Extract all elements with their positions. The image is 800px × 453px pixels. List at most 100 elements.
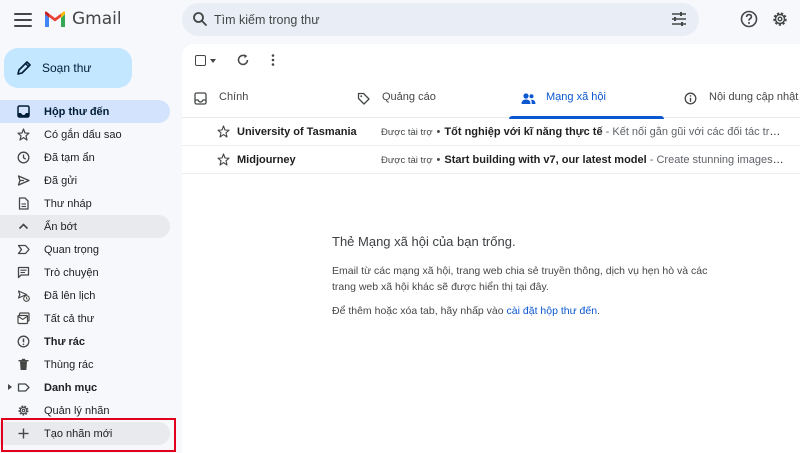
info-icon [684,92,697,105]
email-list: University of Tasmania Được tài trợ • Tốt … [182,118,800,174]
sidebar-item-show-less[interactable]: Ẩn bớt [0,215,170,238]
inbox-icon [17,105,30,118]
search-icon[interactable] [192,11,208,27]
tab-label: Nội dung cập nhật [709,91,799,103]
sidebar-item-label: Đã lên lịch [44,289,96,302]
sidebar: Hộp thư đến Có gắn dấu sao Đã tạm ẩn Đã … [0,100,182,445]
chat-icon [17,266,30,279]
sidebar-item-spam[interactable]: Thư rác [0,330,170,353]
email-row[interactable]: University of Tasmania Được tài trợ • Tốt … [182,118,800,146]
scheduled-icon [17,290,30,302]
sidebar-item-scheduled[interactable]: Đã lên lịch [0,284,170,307]
top-bar: Gmail [0,0,800,40]
select-all-checkbox[interactable] [195,55,206,66]
hint-suffix: . [597,305,600,317]
sidebar-item-categories[interactable]: Danh mục [0,376,170,399]
pencil-icon [17,61,31,75]
clock-icon [17,151,30,164]
sidebar-item-label: Quản lý nhãn [44,404,110,417]
sidebar-item-important[interactable]: Quan trọng [0,238,170,261]
email-sender: University of Tasmania [237,126,357,138]
sidebar-item-label: Đã gửi [44,174,78,187]
tab-label: Chính [219,91,249,103]
sidebar-item-label: Thùng rác [44,358,94,371]
tab-primary[interactable]: Chính [182,80,342,118]
star-icon[interactable] [217,125,230,138]
sidebar-item-inbox[interactable]: Hộp thư đến [0,100,170,123]
separator-dot: • [436,126,441,138]
tag-icon [357,92,370,105]
main-panel: Chính Quảng cáo Mạng xã hội Nội dung cập… [182,44,800,453]
all-mail-icon [17,312,30,325]
help-icon[interactable] [740,10,758,28]
star-icon [17,128,30,141]
sidebar-item-sent[interactable]: Đã gửi [0,169,170,192]
label-icon [17,383,30,392]
settings-icon[interactable] [771,10,789,28]
sidebar-item-snoozed[interactable]: Đã tạm ẩn [0,146,170,169]
tab-promotions[interactable]: Quảng cáo [345,80,505,118]
empty-state-description: Email từ các mạng xã hội, trang web chia… [332,265,708,293]
refresh-icon[interactable] [236,53,250,67]
sidebar-item-label: Tất cả thư [44,312,95,325]
spam-icon [17,335,30,348]
tab-updates[interactable]: Nội dung cập nhật [672,80,800,118]
sidebar-item-label: Có gắn dấu sao [44,128,122,141]
separator-dot: • [436,154,441,166]
email-subject: Tốt nghiệp với kĩ năng thực tế [444,126,603,138]
send-icon [17,175,30,186]
email-snippet: - Kết nối gắn gũi với các đối tác trong … [605,126,786,138]
annotation-highlight-box [1,418,176,452]
gmail-logo[interactable]: Gmail [44,9,122,29]
sidebar-item-starred[interactable]: Có gắn dấu sao [0,123,170,146]
search-input[interactable] [214,3,654,36]
email-snippet: - Create stunning images in se... [649,154,786,166]
draft-icon [18,197,29,210]
app-name: Gmail [72,9,122,29]
sponsored-label: Được tài trợ [381,127,433,138]
select-options-chevron-icon[interactable] [210,59,216,63]
menu-icon[interactable] [14,11,32,29]
sidebar-item-label: Thư rác [44,335,85,348]
inbox-icon [194,92,207,105]
search-bar [182,3,699,36]
sidebar-item-trash[interactable]: Thùng rác [0,353,170,376]
sidebar-item-all-mail[interactable]: Tất cả thư [0,307,170,330]
sidebar-item-label: Danh mục [44,381,98,394]
sponsored-label: Được tài trợ [381,155,433,166]
tab-label: Quảng cáo [382,91,436,103]
sidebar-item-label: Quan trọng [44,243,100,256]
sidebar-item-label: Ẩn bớt [44,220,77,233]
more-vert-icon[interactable] [270,53,276,67]
important-icon [17,244,30,255]
empty-state-hint: Để thêm hoặc xóa tab, hãy nhấp vào cài đ… [332,305,752,317]
people-icon [521,93,536,104]
sidebar-item-label: Đã tạm ẩn [44,151,95,164]
chevron-up-icon [18,223,29,230]
gmail-logo-icon [45,11,65,27]
empty-state: Thẻ Mạng xã hội của bạn trống. Email từ … [332,234,752,317]
expand-caret-icon[interactable] [8,384,12,390]
filter-icon[interactable] [671,12,687,26]
compose-label: Soạn thư [42,61,92,75]
gear-icon [18,405,29,416]
email-subject: Start building with v7, our latest model [444,154,647,166]
sidebar-item-chats[interactable]: Trò chuyện [0,261,170,284]
email-content: Được tài trợ • Start building with v7, our… [381,154,786,166]
sidebar-item-label: Trò chuyện [44,266,99,279]
email-row[interactable]: Midjourney Được tài trợ • Start building w… [182,146,800,174]
toolbar [182,44,800,76]
tab-social[interactable]: Mạng xã hội [509,80,664,119]
email-content: Được tài trợ • Tốt nghiệp với kĩ năng thực… [381,126,786,138]
sidebar-item-drafts[interactable]: Thư nháp [0,192,170,215]
email-sender: Midjourney [237,154,296,166]
inbox-settings-link[interactable]: cài đặt hộp thư đến [507,305,598,317]
trash-icon [18,358,29,370]
tab-label: Mạng xã hội [546,91,606,103]
star-icon[interactable] [217,153,230,166]
category-tabs: Chính Quảng cáo Mạng xã hội Nội dung cập… [182,80,800,119]
sidebar-item-label: Thư nháp [44,197,92,210]
empty-state-title: Thẻ Mạng xã hội của bạn trống. [332,234,516,249]
hint-text: Để thêm hoặc xóa tab, hãy nhấp vào [332,305,507,317]
compose-button[interactable]: Soạn thư [4,48,132,88]
